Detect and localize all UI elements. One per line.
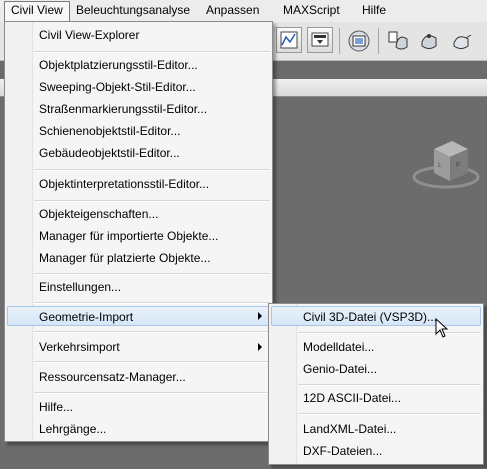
menu-separator: [298, 384, 481, 386]
menu-separator: [34, 361, 270, 363]
menu-item-gebaeudeobjektstil-editor[interactable]: Gebäudeobjektstil-Editor...: [39, 143, 180, 163]
menu-item-strassenmarkierungsstil-editor[interactable]: Straßenmarkierungsstil-Editor...: [39, 99, 207, 119]
menu-hilfe[interactable]: Hilfe: [356, 2, 392, 19]
menu-bar: Civil View Beleuchtungsanalyse Anpassen …: [0, 0, 487, 23]
menu-separator: [34, 302, 270, 304]
svg-text:F: F: [456, 162, 460, 169]
submenu-arrow-icon: [258, 343, 262, 351]
toolbar-separator: [339, 28, 340, 54]
rendered-frame-window-icon[interactable]: [346, 28, 372, 54]
menu-separator: [34, 331, 270, 333]
menu-beleuchtungsanalyse[interactable]: Beleuchtungsanalyse: [70, 2, 196, 19]
menu-separator: [298, 413, 481, 415]
menu-separator: [34, 200, 270, 202]
menu-item-einstellungen[interactable]: Einstellungen...: [39, 277, 121, 297]
menu-civil-view[interactable]: Civil View: [4, 1, 70, 21]
menu-item-schienenobjektstil-editor[interactable]: Schienenobjektstil-Editor...: [39, 121, 180, 141]
menu-gutter: [269, 304, 297, 464]
menu-item-genio-datei[interactable]: Genio-Datei...: [303, 359, 377, 379]
render-activeshade-icon[interactable]: [449, 28, 475, 54]
toolbar-separator: [378, 28, 379, 54]
menu-separator: [34, 169, 270, 171]
menu-maxscript[interactable]: MAXScript: [277, 2, 346, 19]
menu-item-ressourcensatz-manager[interactable]: Ressourcensatz-Manager...: [39, 367, 186, 387]
render-setup-icon[interactable]: [307, 27, 333, 53]
menu-item-landxml-datei[interactable]: LandXML-Datei...: [303, 419, 396, 439]
menu-item-lehrgaenge[interactable]: Lehrgänge...: [39, 419, 106, 439]
menu-anpassen[interactable]: Anpassen: [200, 2, 265, 19]
graph-editor-icon[interactable]: [276, 27, 302, 53]
menu-item-verkehrsimport[interactable]: Verkehrsimport: [39, 337, 120, 357]
menu-separator: [34, 273, 270, 275]
menu-item-dxf-dateien[interactable]: DXF-Dateien...: [303, 441, 382, 461]
mouse-cursor-icon: [435, 318, 449, 338]
civil-view-menu: Civil View-Explorer Objektplatzierungsst…: [4, 21, 273, 442]
menu-item-objektplatzierungsstil-editor[interactable]: Objektplatzierungsstil-Editor...: [39, 55, 198, 75]
menu-item-civil-3d-datei[interactable]: Civil 3D-Datei (VSP3D)...: [271, 306, 481, 326]
viewcube-icon[interactable]: L F: [408, 135, 487, 195]
menu-item-geometrie-import-label: Geometrie-Import: [39, 310, 134, 324]
render-iterative-icon[interactable]: [417, 28, 443, 54]
submenu-arrow-icon: [258, 312, 262, 320]
menu-item-manager-platzierte-objekte[interactable]: Manager für platzierte Objekte...: [39, 248, 210, 268]
render-production-icon[interactable]: [386, 28, 412, 54]
menu-item-objektinterpretationsstil-editor[interactable]: Objektinterpretationsstil-Editor...: [39, 174, 209, 194]
geometrie-import-submenu: Civil 3D-Datei (VSP3D)... Modelldatei...…: [268, 303, 484, 465]
menu-item-modelldatei[interactable]: Modelldatei...: [303, 337, 374, 357]
menu-item-sweeping-objekt-stil-editor[interactable]: Sweeping-Objekt-Stil-Editor...: [39, 77, 196, 97]
menu-item-manager-importierte-objekte[interactable]: Manager für importierte Objekte...: [39, 226, 218, 246]
menu-item-civil-3d-datei-label: Civil 3D-Datei (VSP3D)...: [303, 310, 438, 324]
menu-item-geometrie-import[interactable]: Geometrie-Import: [7, 306, 270, 326]
menu-item-civil-view-explorer[interactable]: Civil View-Explorer: [39, 25, 139, 45]
svg-text:L: L: [438, 162, 442, 169]
menu-item-objekteigenschaften[interactable]: Objekteigenschaften...: [39, 204, 158, 224]
menu-gutter: [5, 22, 33, 441]
menu-item-12d-ascii-datei[interactable]: 12D ASCII-Datei...: [303, 388, 401, 408]
menu-separator: [298, 332, 481, 334]
menu-separator: [34, 392, 270, 394]
menu-item-hilfe[interactable]: Hilfe...: [39, 397, 73, 417]
menu-separator: [34, 51, 270, 53]
